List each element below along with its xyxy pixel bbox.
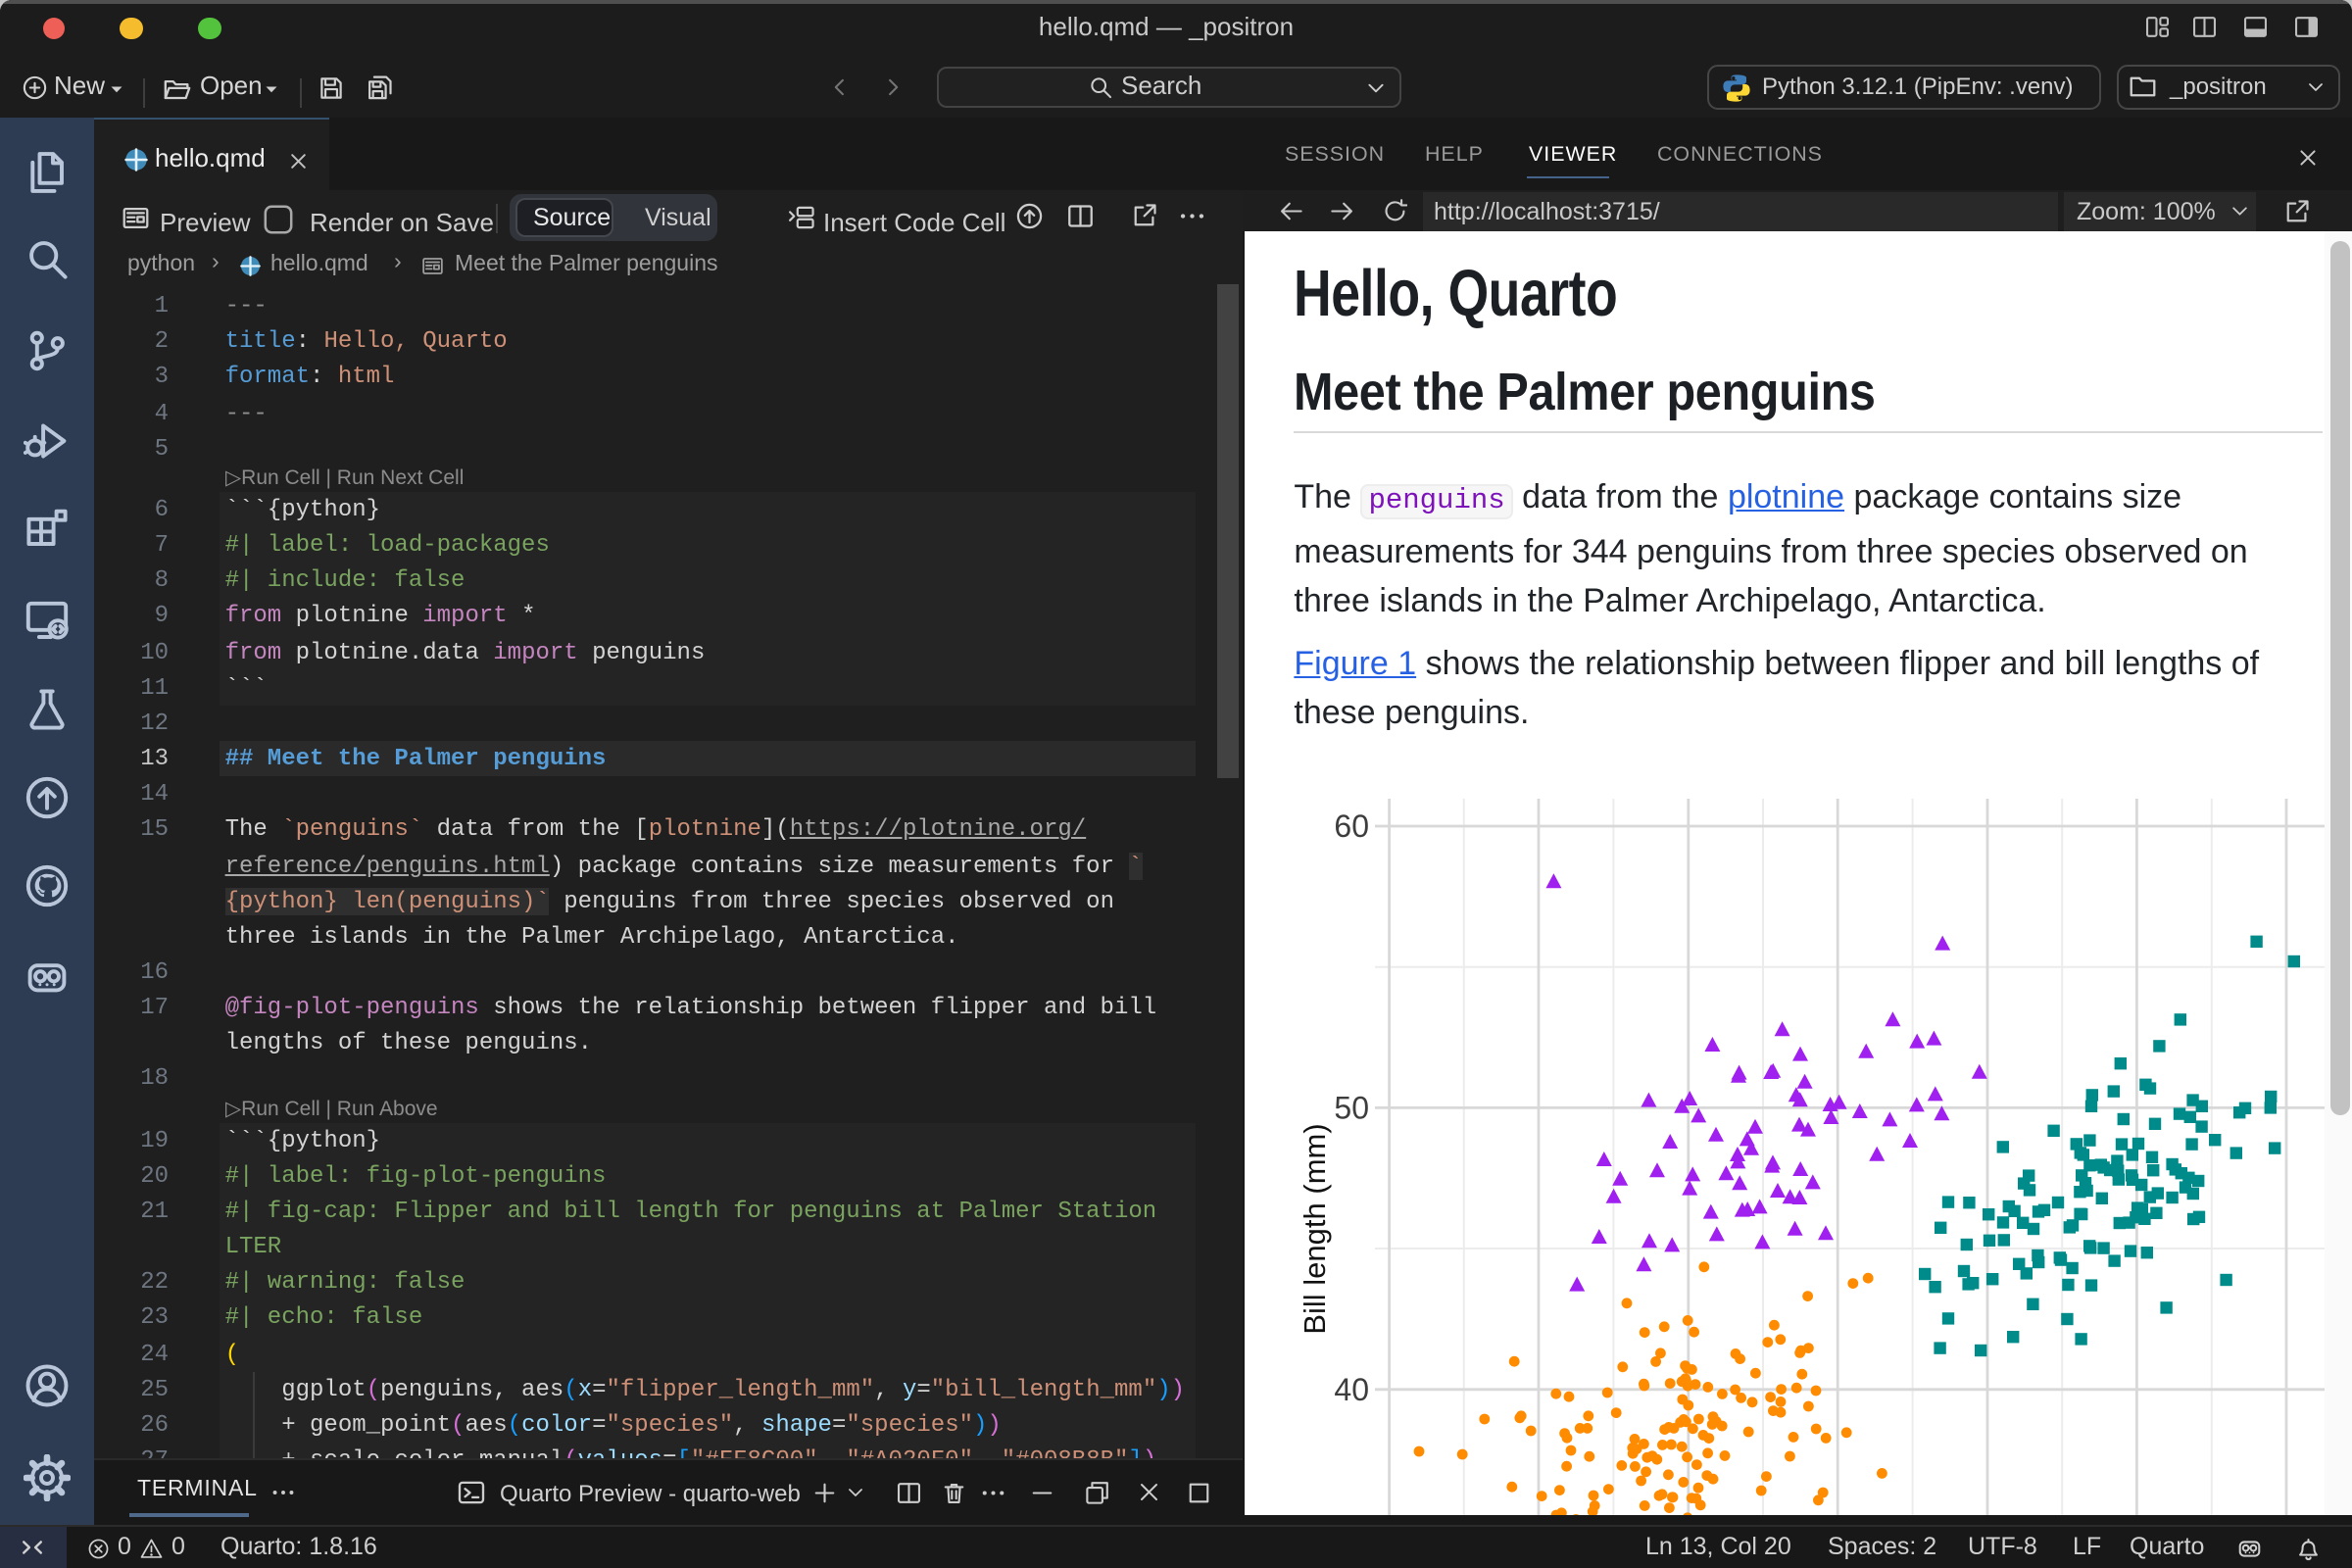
svg-text:50: 50 [1334, 1090, 1369, 1125]
svg-text:60: 60 [1334, 808, 1369, 844]
svg-text:40: 40 [1334, 1372, 1369, 1407]
svg-text:Bill length (mm): Bill length (mm) [1298, 1123, 1332, 1334]
